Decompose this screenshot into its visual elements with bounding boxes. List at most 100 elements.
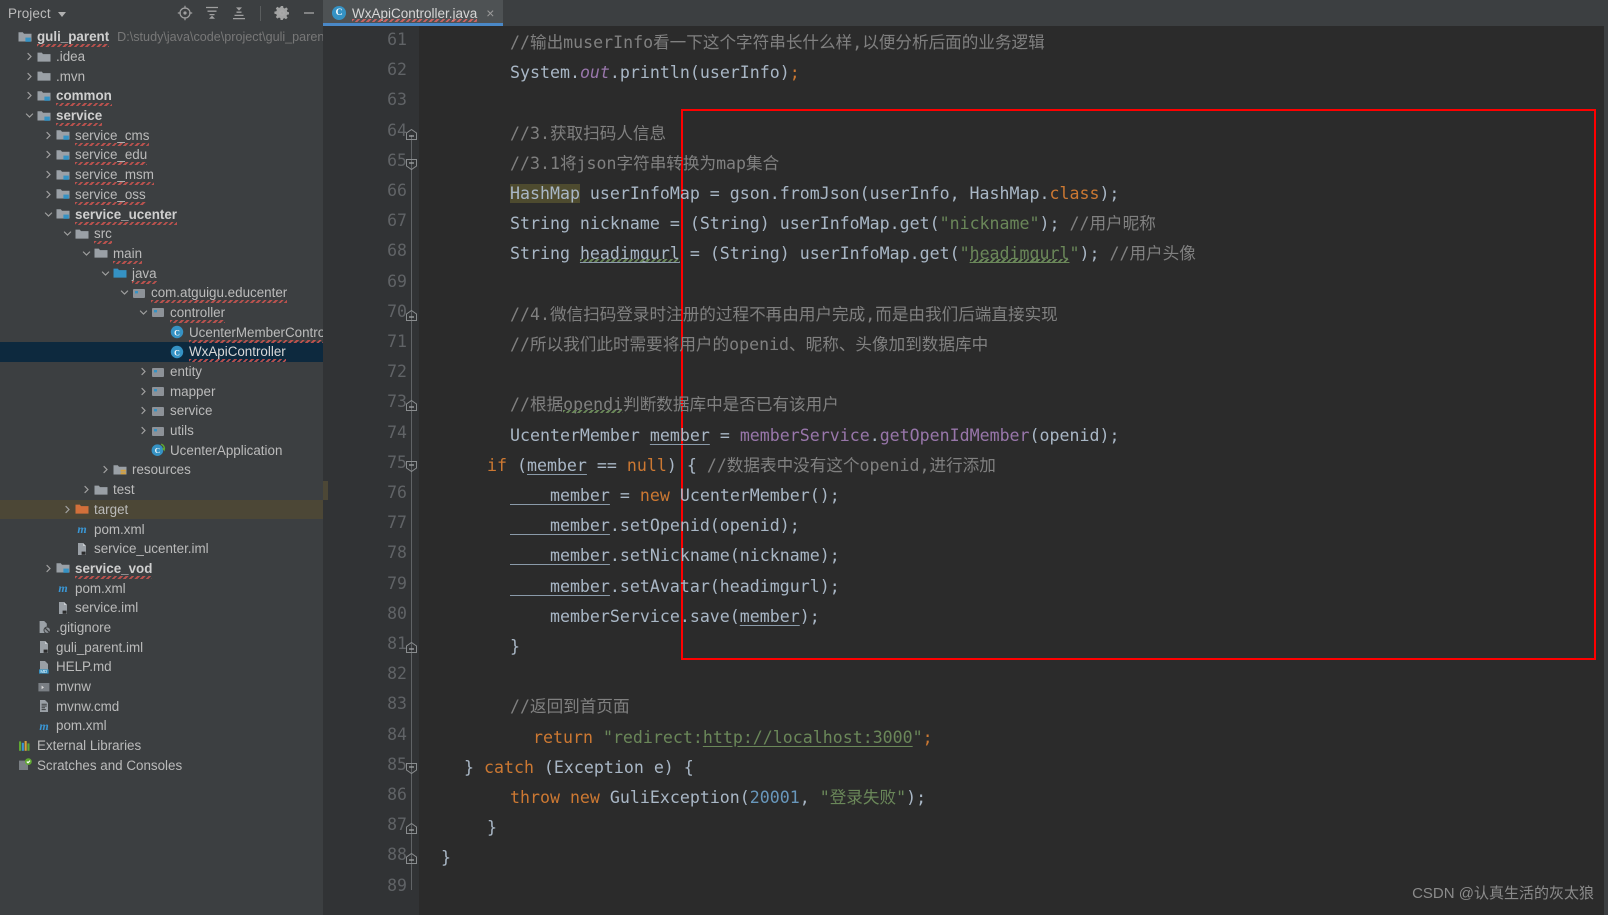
code-line-88[interactable]: } <box>441 843 451 873</box>
fold-collapse-icon[interactable] <box>405 641 418 654</box>
tree-item-service-msm[interactable]: service_msm <box>0 165 323 186</box>
fold-collapse-icon[interactable] <box>405 460 418 473</box>
code-line-64[interactable]: //3.获取扫码人信息 <box>510 119 666 149</box>
tree-item-resources[interactable]: resources <box>0 460 323 480</box>
code-line-75[interactable]: if (member == null) { //数据表中没有这个openid,进… <box>487 451 996 481</box>
fold-collapse-icon[interactable] <box>405 399 418 412</box>
chevron-right-icon[interactable] <box>80 485 93 494</box>
tree-item-service-edu[interactable]: service_edu <box>0 145 323 166</box>
tree-item-mvnw[interactable]: mvnw <box>0 677 323 697</box>
locate-icon[interactable] <box>177 5 193 21</box>
fold-collapse-icon[interactable] <box>405 762 418 775</box>
chevron-right-icon[interactable] <box>99 465 112 474</box>
tree-item-test[interactable]: test <box>0 480 323 500</box>
code-line-70[interactable]: //4.微信扫码登录时注册的过程不再由用户完成,而是由我们后端直接实现 <box>510 300 1058 330</box>
code-line-67[interactable]: String nickname = (String) userInfoMap.g… <box>510 209 1156 239</box>
code-line-74[interactable]: UcenterMember member = memberService.get… <box>510 421 1119 451</box>
fold-collapse-icon[interactable] <box>405 822 418 835</box>
code-line-62[interactable]: System.out.println(userInfo); <box>510 58 800 88</box>
tree-item-mvnw-cmd[interactable]: mvnw.cmd <box>0 696 323 716</box>
code-line-61[interactable]: //输出muserInfo看一下这个字符串长什么样,以便分析后面的业务逻辑 <box>510 28 1045 58</box>
chevron-right-icon[interactable] <box>137 406 150 415</box>
tree-item-common[interactable]: common <box>0 86 323 107</box>
editor-tab-wxapicontroller[interactable]: C WxApiController.java × <box>323 0 504 26</box>
code-line-86[interactable]: throw new GuliException(20001, "登录失败"); <box>510 783 926 813</box>
code-line-65[interactable]: //3.1将json字符串转换为map集合 <box>510 149 779 179</box>
editor-code-area[interactable]: CSDN @认真生活的灰太狼 //输出muserInfo看一下这个字符串长什么样… <box>419 26 1608 915</box>
project-panel-title[interactable]: Project <box>8 6 51 21</box>
tree-item-mvn[interactable]: .mvn <box>0 66 323 86</box>
code-line-85[interactable]: } catch (Exception e) { <box>464 753 694 783</box>
chevron-down-icon[interactable] <box>137 308 150 317</box>
tree-item-main[interactable]: main <box>0 244 323 264</box>
chevron-down-icon[interactable] <box>118 288 131 297</box>
chevron-right-icon[interactable] <box>42 170 55 179</box>
tree-item-external-libraries[interactable]: External Libraries <box>0 736 323 756</box>
tree-item-ucentermembercontroller[interactable]: C UcenterMemberController <box>0 322 323 343</box>
minimize-icon[interactable] <box>301 5 317 21</box>
code-line-71[interactable]: //所以我们此时需要将用户的openid、昵称、头像加到数据库中 <box>510 330 988 360</box>
tree-item-src[interactable]: src <box>0 224 323 245</box>
close-icon[interactable]: × <box>486 6 494 20</box>
code-line-84[interactable]: return "redirect:http://localhost:3000"; <box>533 723 933 753</box>
fold-collapse-icon[interactable] <box>405 309 418 322</box>
code-editor[interactable]: 61 62 63 64 65 66 67 68 69 70 71 72 73 74 75 76 77 78 79 80… <box>323 26 1608 915</box>
tree-item-service-ucenter-iml[interactable]: service_ucenter.iml <box>0 539 323 559</box>
chevron-right-icon[interactable] <box>23 72 36 81</box>
code-line-83[interactable]: //返回到首页面 <box>510 692 630 722</box>
fold-column[interactable] <box>405 26 419 915</box>
editor-scrollbar[interactable] <box>1604 26 1608 915</box>
chevron-right-icon[interactable] <box>137 367 150 376</box>
chevron-down-icon[interactable] <box>61 229 74 238</box>
tree-item-guli-parent-iml[interactable]: guli_parent.iml <box>0 637 323 657</box>
tree-item-service-iml[interactable]: service.iml <box>0 598 323 618</box>
code-line-87[interactable]: } <box>487 813 497 843</box>
tree-item-gitignore[interactable]: .gitignore <box>0 618 323 638</box>
tree-item-entity[interactable]: entity <box>0 362 323 382</box>
code-line-68[interactable]: String headimgurl = (String) userInfoMap… <box>510 239 1196 269</box>
tree-item-ucenterapplication[interactable]: C UcenterApplication <box>0 440 323 460</box>
tree-item-service-oss[interactable]: service_oss <box>0 185 323 205</box>
code-line-77[interactable]: member.setOpenid(openid); <box>510 511 800 541</box>
tree-item-service-vod[interactable]: service_vod <box>0 559 323 579</box>
chevron-right-icon[interactable] <box>23 91 36 100</box>
tree-item-service-cms[interactable]: service_cms <box>0 125 323 146</box>
tree-item-utils[interactable]: utils <box>0 421 323 441</box>
tree-item-idea[interactable]: .idea <box>0 47 323 67</box>
chevron-down-icon[interactable] <box>99 269 112 278</box>
tree-item-service[interactable]: service <box>0 401 323 421</box>
code-line-66[interactable]: HashMap userInfoMap = gson.fromJson(user… <box>510 179 1119 209</box>
editor-gutter[interactable]: 61 62 63 64 65 66 67 68 69 70 71 72 73 74 75 76 77 78 79 80… <box>323 26 419 915</box>
fold-collapse-icon[interactable] <box>405 852 418 865</box>
expand-all-icon[interactable] <box>204 5 220 21</box>
code-line-78[interactable]: member.setNickname(nickname); <box>510 541 840 571</box>
chevron-right-icon[interactable] <box>42 131 55 140</box>
code-line-76[interactable]: member = new UcenterMember(); <box>510 481 840 511</box>
tree-item-wxapicontroller[interactable]: C WxApiController <box>0 342 323 363</box>
chevron-right-icon[interactable] <box>137 426 150 435</box>
chevron-down-icon[interactable] <box>42 210 55 219</box>
tree-item-com-atguigu-educenter[interactable]: com.atguigu.educenter <box>0 283 323 304</box>
chevron-right-icon[interactable] <box>42 190 55 199</box>
chevron-right-icon[interactable] <box>42 564 55 573</box>
code-line-80[interactable]: memberService.save(member); <box>510 602 820 632</box>
code-line-73[interactable]: //根据opendi判断数据库中是否已有该用户 <box>510 390 839 420</box>
gear-icon[interactable] <box>274 5 290 21</box>
code-line-79[interactable]: member.setAvatar(headimgurl); <box>510 572 840 602</box>
chevron-down-icon[interactable] <box>57 11 66 17</box>
chevron-right-icon[interactable] <box>137 387 150 396</box>
code-line-81[interactable]: } <box>510 632 520 662</box>
tree-item-target[interactable]: target <box>0 499 323 520</box>
tree-item-java[interactable]: java <box>0 263 323 284</box>
fold-collapse-icon[interactable] <box>405 128 418 141</box>
tree-item-mapper[interactable]: mapper <box>0 381 323 401</box>
tree-item-service[interactable]: service <box>0 106 323 127</box>
tree-item-pom-xml[interactable]: m pom.xml <box>0 578 323 598</box>
tree-item-service-ucenter[interactable]: service_ucenter <box>0 204 323 225</box>
fold-collapse-icon[interactable] <box>405 158 418 171</box>
tree-item-controller[interactable]: controller <box>0 303 323 323</box>
chevron-right-icon[interactable] <box>42 150 55 159</box>
tree-item-scratches-and-consoles[interactable]: Scratches and Consoles <box>0 755 323 775</box>
tree-item-pom-xml[interactable]: m pom.xml <box>0 716 323 736</box>
tree-item-guli-parent[interactable]: guli_parent D:\study\java\code\project\gu… <box>0 27 323 48</box>
